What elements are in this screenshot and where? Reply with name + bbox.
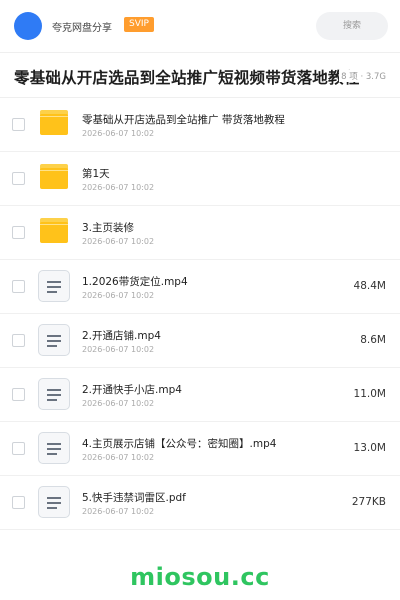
file-size: 13.0M <box>353 442 386 454</box>
file-row[interactable]: 1.2026带货定位.mp4 2026-06-07 10:02 48.4M <box>0 260 400 314</box>
file-name: 3.主页装修 <box>82 222 135 234</box>
svip-badge: SVIP <box>124 17 154 32</box>
file-date: 2026-06-07 10:02 <box>82 453 155 462</box>
file-name: 2.开通店铺.mp4 <box>82 330 161 342</box>
file-row[interactable]: 第1天 2026-06-07 10:02 <box>0 152 400 206</box>
file-name: 零基础从开店选品到全站推广 带货落地教程 <box>82 114 285 126</box>
folder-icon <box>38 216 70 248</box>
file-row[interactable]: 5.快手违禁词雷区.pdf 2026-06-07 10:02 277KB <box>0 476 400 530</box>
file-name: 1.2026带货定位.mp4 <box>82 276 188 288</box>
header: 夸克网盘分享 SVIP <box>0 0 400 52</box>
document-icon <box>38 432 70 464</box>
item-summary: 8 项 · 3.7G <box>339 70 386 82</box>
file-row[interactable]: 3.主页装修 2026-06-07 10:02 <box>0 206 400 260</box>
file-name: 2.开通快手小店.mp4 <box>82 384 182 396</box>
avatar[interactable] <box>14 12 42 40</box>
file-size: 48.4M <box>353 280 386 292</box>
file-row[interactable]: 零基础从开店选品到全站推广 带货落地教程 2026-06-07 10:02 <box>0 98 400 152</box>
row-checkbox[interactable] <box>12 280 25 293</box>
search-box[interactable] <box>316 12 388 40</box>
title-bar: 零基础从开店选品到全站推广短视频带货落地教程 8 项 · 3.7G <box>0 52 400 98</box>
watermark: miosou.cc <box>130 563 270 591</box>
row-checkbox[interactable] <box>12 442 25 455</box>
search-input[interactable] <box>316 12 388 40</box>
file-row[interactable]: 2.开通快手小店.mp4 2026-06-07 10:02 11.0M <box>0 368 400 422</box>
row-checkbox[interactable] <box>12 496 25 509</box>
row-checkbox[interactable] <box>12 118 25 131</box>
file-name: 5.快手违禁词雷区.pdf <box>82 492 186 504</box>
file-date: 2026-06-07 10:02 <box>82 399 155 408</box>
row-checkbox[interactable] <box>12 334 25 347</box>
file-size: 11.0M <box>353 388 386 400</box>
user-name: 夸克网盘分享 <box>52 23 112 34</box>
file-date: 2026-06-07 10:02 <box>82 345 155 354</box>
file-date: 2026-06-07 10:02 <box>82 291 155 300</box>
folder-icon <box>38 108 70 140</box>
row-checkbox[interactable] <box>12 226 25 239</box>
row-checkbox[interactable] <box>12 172 25 185</box>
folder-icon <box>38 162 70 194</box>
page-title: 零基础从开店选品到全站推广短视频带货落地教程 <box>14 69 360 87</box>
row-checkbox[interactable] <box>12 388 25 401</box>
file-date: 2026-06-07 10:02 <box>82 507 155 516</box>
file-date: 2026-06-07 10:02 <box>82 129 155 138</box>
document-icon <box>38 486 70 518</box>
file-name: 4.主页展示店铺【公众号：密知圈】.mp4 <box>82 438 277 450</box>
file-size: 277KB <box>351 496 386 508</box>
file-date: 2026-06-07 10:02 <box>82 237 155 246</box>
file-row[interactable]: 4.主页展示店铺【公众号：密知圈】.mp4 2026-06-07 10:02 13.… <box>0 422 400 476</box>
file-size: 8.6M <box>360 334 386 346</box>
file-date: 2026-06-07 10:02 <box>82 183 155 192</box>
document-icon <box>38 378 70 410</box>
document-icon <box>38 324 70 356</box>
file-row[interactable]: 2.开通店铺.mp4 2026-06-07 10:02 8.6M <box>0 314 400 368</box>
document-icon <box>38 270 70 302</box>
file-list: 零基础从开店选品到全站推广 带货落地教程 2026-06-07 10:02 第1天 2… <box>0 98 400 530</box>
file-name: 第1天 <box>82 168 110 180</box>
